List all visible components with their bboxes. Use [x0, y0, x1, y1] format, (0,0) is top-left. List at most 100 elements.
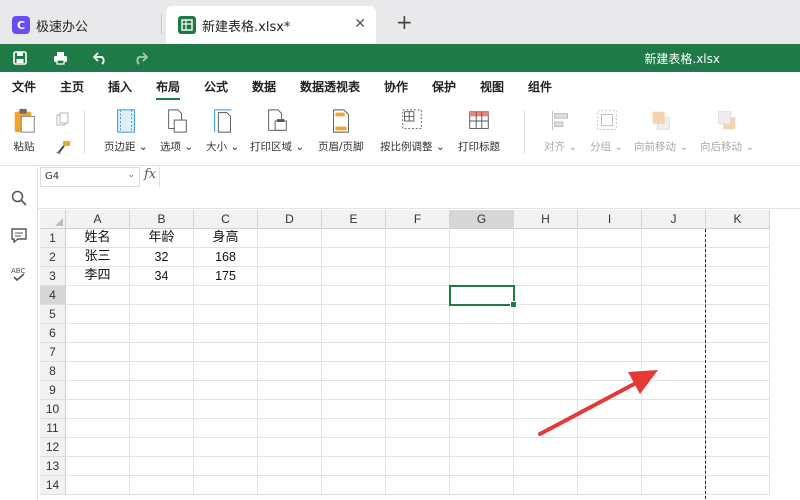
grid-cell[interactable]	[322, 248, 386, 267]
grid-cell[interactable]	[66, 419, 130, 438]
grid-cell[interactable]	[66, 362, 130, 381]
row-header[interactable]: 1	[40, 229, 66, 248]
grid-cell[interactable]	[130, 381, 194, 400]
cell-A1[interactable]: 姓名	[66, 229, 130, 248]
grid-cell[interactable]	[578, 324, 642, 343]
grid-cell[interactable]	[130, 438, 194, 457]
grid-cell[interactable]	[386, 476, 450, 495]
grid-cell[interactable]	[578, 343, 642, 362]
cell-B1[interactable]: 年龄	[130, 229, 194, 248]
redo-icon[interactable]	[131, 49, 149, 67]
grid-cell[interactable]	[322, 229, 386, 248]
grid-cell[interactable]	[386, 381, 450, 400]
grid-cell[interactable]	[194, 457, 258, 476]
tab-document[interactable]: 新建表格.xlsx* ✕	[166, 6, 376, 44]
grid-cell[interactable]	[322, 381, 386, 400]
grid-cell[interactable]	[66, 457, 130, 476]
cell-C3[interactable]: 175	[194, 267, 258, 286]
grid-cell[interactable]	[706, 400, 770, 419]
grid-cell[interactable]	[450, 324, 514, 343]
grid-cell[interactable]	[578, 457, 642, 476]
menu-formulas[interactable]: 公式	[204, 78, 228, 95]
grid-cell[interactable]	[386, 267, 450, 286]
format-painter-icon[interactable]	[55, 140, 71, 156]
column-header[interactable]: K	[706, 210, 770, 229]
grid-cell[interactable]	[386, 305, 450, 324]
selected-cell-G4[interactable]	[449, 285, 517, 308]
menu-view[interactable]: 视图	[480, 78, 504, 95]
menu-insert[interactable]: 插入	[108, 78, 132, 95]
grid-cell[interactable]	[194, 400, 258, 419]
print-area-button[interactable]: 打印区域 ⌄	[250, 108, 304, 154]
grid-cell[interactable]	[386, 362, 450, 381]
grid-cell[interactable]	[258, 362, 322, 381]
grid-cell[interactable]	[706, 457, 770, 476]
grid-cell[interactable]	[642, 476, 706, 495]
grid-cell[interactable]	[706, 438, 770, 457]
row-header[interactable]: 10	[40, 400, 66, 419]
grid-cell[interactable]	[130, 324, 194, 343]
grid-cell[interactable]	[66, 286, 130, 305]
grid-cell[interactable]	[514, 343, 578, 362]
grid-cell[interactable]	[706, 286, 770, 305]
row-header[interactable]: 13	[40, 457, 66, 476]
row-header[interactable]: 5	[40, 305, 66, 324]
margins-button[interactable]: 页边距 ⌄	[104, 108, 148, 154]
page-size-button[interactable]: 大小 ⌄	[206, 108, 239, 154]
grid-cell[interactable]	[514, 419, 578, 438]
close-icon[interactable]: ✕	[354, 16, 366, 32]
grid-cell[interactable]	[514, 324, 578, 343]
grid-cell[interactable]	[642, 267, 706, 286]
grid-cell[interactable]	[514, 362, 578, 381]
grid-cell[interactable]	[514, 305, 578, 324]
cell-B3[interactable]: 34	[130, 267, 194, 286]
grid-cell[interactable]	[258, 419, 322, 438]
align-button[interactable]: 对齐 ⌄	[544, 108, 577, 154]
group-button[interactable]: 分组 ⌄	[590, 108, 623, 154]
row-header[interactable]: 2	[40, 248, 66, 267]
grid-cell[interactable]	[450, 343, 514, 362]
grid-cell[interactable]	[578, 476, 642, 495]
cell-B2[interactable]: 32	[130, 248, 194, 267]
grid-cell[interactable]	[642, 343, 706, 362]
menu-pivot-table[interactable]: 数据透视表	[300, 78, 360, 95]
grid-cell[interactable]	[706, 476, 770, 495]
grid-cell[interactable]	[66, 476, 130, 495]
grid-cell[interactable]	[578, 248, 642, 267]
grid-cell[interactable]	[258, 457, 322, 476]
grid-cell[interactable]	[386, 457, 450, 476]
grid-cell[interactable]	[130, 476, 194, 495]
grid-cell[interactable]	[706, 419, 770, 438]
grid-cell[interactable]	[322, 419, 386, 438]
column-header-selected[interactable]: G	[450, 210, 514, 229]
grid-cell[interactable]	[514, 229, 578, 248]
grid-cell[interactable]	[322, 324, 386, 343]
grid-cell[interactable]	[514, 438, 578, 457]
grid-cell[interactable]	[578, 419, 642, 438]
grid-cell[interactable]	[578, 229, 642, 248]
grid-cell[interactable]	[514, 400, 578, 419]
column-header[interactable]: D	[258, 210, 322, 229]
menu-collaborate[interactable]: 协作	[384, 78, 408, 95]
grid-cell[interactable]	[258, 400, 322, 419]
grid-cell[interactable]	[642, 324, 706, 343]
grid-cell[interactable]	[450, 248, 514, 267]
grid-cell[interactable]	[66, 343, 130, 362]
name-box[interactable]: G4 ⌄	[40, 167, 140, 187]
grid-cell[interactable]	[322, 457, 386, 476]
grid-cell[interactable]	[706, 324, 770, 343]
grid-cell[interactable]	[706, 362, 770, 381]
grid-cell[interactable]	[258, 229, 322, 248]
menu-home[interactable]: 主页	[60, 78, 84, 95]
comment-icon[interactable]	[10, 227, 28, 245]
grid-cell[interactable]	[322, 343, 386, 362]
grid-cell[interactable]	[258, 381, 322, 400]
grid-cell[interactable]	[514, 248, 578, 267]
grid-cell[interactable]	[322, 267, 386, 286]
menu-protect[interactable]: 保护	[432, 78, 456, 95]
formula-input[interactable]	[162, 167, 800, 187]
bring-forward-button[interactable]: 向前移动 ⌄	[634, 108, 688, 154]
grid-cell[interactable]	[514, 381, 578, 400]
grid-cell[interactable]	[322, 286, 386, 305]
grid-cell[interactable]	[66, 438, 130, 457]
